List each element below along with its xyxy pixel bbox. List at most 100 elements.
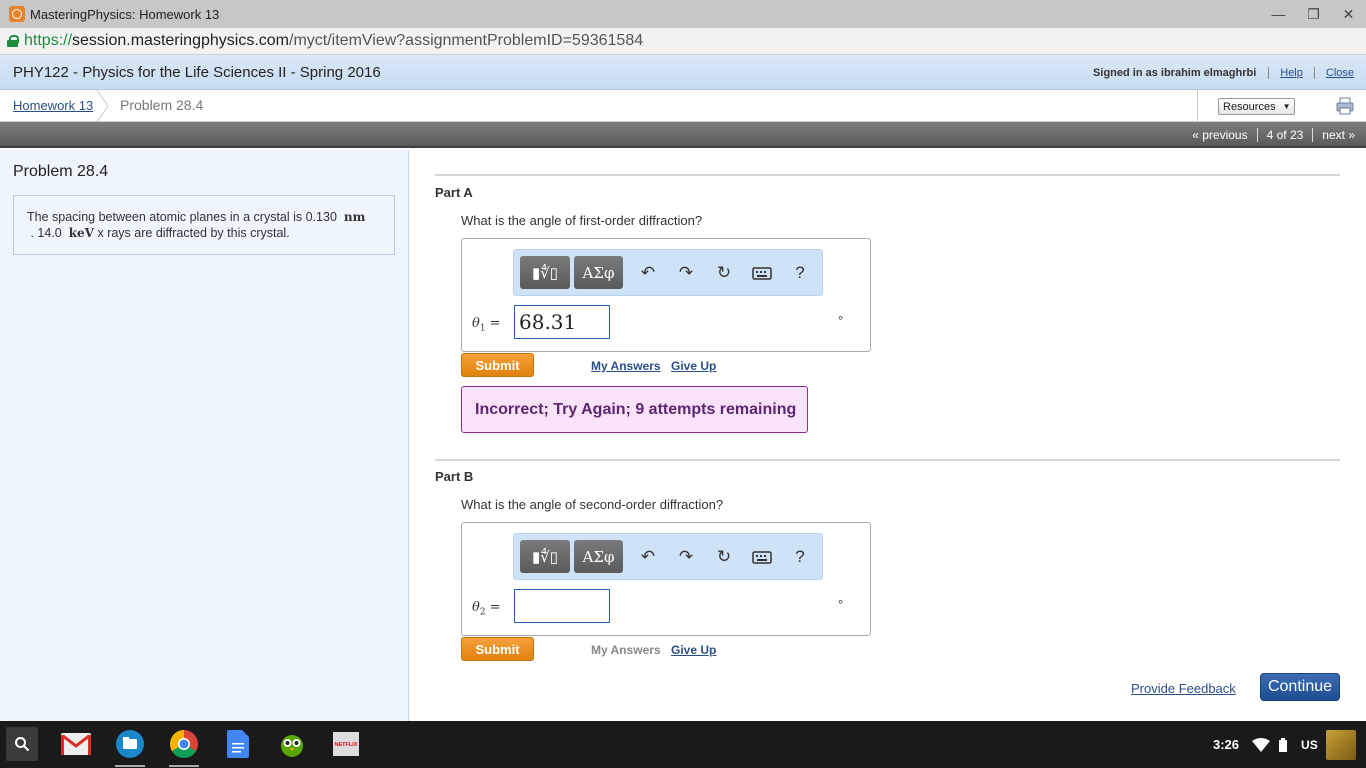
netflix-logo-text: NETFLIX (335, 742, 358, 748)
problem-navigation-bar: « previous 4 of 23 next » (0, 122, 1366, 148)
print-icon[interactable] (1336, 97, 1354, 115)
battery-icon (1279, 737, 1288, 752)
keyboard-icon[interactable] (752, 262, 772, 284)
part-a-subscript: 1 (479, 323, 486, 334)
problem-pane: Problem 28.4 The spacing between atomic … (0, 150, 409, 721)
minimize-button[interactable]: — (1261, 0, 1296, 28)
reset-icon[interactable]: ↻ (714, 546, 734, 568)
chevron-down-icon: ▼ (1282, 102, 1291, 111)
netflix-icon[interactable]: NETFLIX (331, 729, 361, 759)
part-a-divider (435, 174, 1340, 176)
part-b-answer-input[interactable] (514, 589, 610, 623)
window-controls: — ❐ ✕ (1261, 0, 1366, 28)
templates-button[interactable]: ▮∜▯ (520, 256, 570, 289)
problem-position: 4 of 23 (1256, 128, 1314, 142)
parts-pane: Part A What is the angle of first-order … (409, 150, 1366, 721)
address-bar[interactable]: https://session.masteringphysics.com/myc… (0, 28, 1366, 55)
part-b-title: Part B (435, 469, 474, 484)
breadcrumb-separator-icon (96, 90, 109, 122)
problem-text-2: . 14.0 (30, 226, 62, 240)
part-a-math-toolbar: ▮∜▯ ΑΣφ ↶ ↷ ↻ ? (513, 249, 823, 296)
redo-icon[interactable]: ↷ (676, 262, 696, 284)
signed-in-label: Signed in as ibrahim elmaghrbi (1093, 66, 1270, 79)
keyboard-icon[interactable] (752, 546, 772, 568)
part-a-submit-button[interactable]: Submit (461, 353, 534, 377)
part-b-var: θ (472, 600, 480, 615)
header-user-links: Signed in as ibrahim elmaghrbi Help Clos… (1093, 55, 1354, 90)
part-b-unit: ° (838, 597, 844, 612)
browser-titlebar: MasteringPhysics: Homework 13 — ❐ ✕ (0, 0, 1366, 28)
undo-icon[interactable]: ↶ (638, 262, 658, 284)
part-a-question: What is the angle of first-order diffrac… (461, 213, 703, 228)
gmail-icon[interactable] (61, 729, 91, 759)
redo-icon[interactable]: ↷ (676, 546, 696, 568)
system-tray[interactable]: 3:26 US (1205, 721, 1366, 768)
part-b-my-answers-link: My Answers (591, 643, 661, 657)
continue-button[interactable]: Continue (1260, 673, 1340, 701)
part-a-equals: = (489, 316, 501, 331)
breadcrumb-homework-link[interactable]: Homework 13 (13, 98, 93, 113)
url-text[interactable]: https://session.masteringphysics.com/myc… (24, 32, 643, 50)
url-scheme: https:// (24, 32, 73, 49)
files-icon[interactable] (115, 729, 145, 759)
chrome-running-indicator (169, 765, 199, 767)
wifi-icon (1252, 737, 1271, 752)
resources-container: Resources ▼ (1197, 90, 1317, 122)
resources-label: Resources (1223, 100, 1276, 113)
launcher-search-icon[interactable] (6, 727, 38, 761)
part-b-answer-box: ▮∜▯ ΑΣφ ↶ ↷ ↻ ? θ2 = ° (461, 522, 871, 636)
symbols-button[interactable]: ΑΣφ (574, 540, 623, 573)
url-host: session.masteringphysics.com (72, 32, 289, 49)
unit-nm: nm (343, 210, 366, 224)
close-window-button[interactable]: ✕ (1331, 0, 1366, 28)
window-title: MasteringPhysics: Homework 13 (30, 6, 220, 22)
part-a-give-up-link[interactable]: Give Up (671, 359, 716, 373)
part-b-divider (435, 459, 1340, 461)
part-a-feedback: Incorrect; Try Again; 9 attempts remaini… (461, 386, 808, 433)
part-a-title: Part A (435, 185, 473, 200)
user-avatar[interactable] (1325, 729, 1356, 760)
part-a-variable-label: θ1 = (472, 316, 500, 334)
next-link[interactable]: next » (1313, 128, 1355, 142)
undo-icon[interactable]: ↶ (638, 546, 658, 568)
problem-text-1: The spacing between atomic planes in a c… (27, 210, 337, 224)
problem-statement: The spacing between atomic planes in a c… (13, 195, 395, 255)
reset-icon[interactable]: ↻ (714, 262, 734, 284)
part-a-answer-box: ▮∜▯ ΑΣφ ↶ ↷ ↻ ? θ1 = 68.31 ° (461, 238, 871, 352)
files-running-indicator (115, 765, 145, 767)
part-a-var: θ (472, 316, 480, 331)
part-b-question: What is the angle of second-order diffra… (461, 497, 724, 512)
previous-link[interactable]: « previous (1183, 128, 1256, 142)
restore-button[interactable]: ❐ (1296, 0, 1331, 28)
help-link[interactable]: Help (1269, 67, 1314, 79)
part-b-give-up-link[interactable]: Give Up (671, 643, 716, 657)
os-taskbar: NETFLIX 3:26 US (0, 721, 1366, 768)
docs-icon[interactable] (223, 729, 253, 759)
help-icon[interactable]: ? (790, 546, 810, 568)
close-link[interactable]: Close (1313, 66, 1354, 79)
secure-lock-icon (7, 35, 19, 47)
course-title: PHY122 - Physics for the Life Sciences I… (13, 63, 381, 81)
duolingo-icon[interactable] (277, 729, 307, 759)
breadcrumb-current: Problem 28.4 (120, 97, 204, 113)
breadcrumb: Homework 13 Problem 28.4 Resources ▼ (0, 90, 1366, 122)
part-b-subscript: 2 (479, 607, 486, 618)
resources-dropdown[interactable]: Resources ▼ (1218, 98, 1295, 115)
provide-feedback-link[interactable]: Provide Feedback (1131, 681, 1236, 696)
part-b-variable-label: θ2 = (472, 600, 500, 618)
part-b-math-toolbar: ▮∜▯ ΑΣφ ↶ ↷ ↻ ? (513, 533, 823, 580)
unit-kev: keV (68, 226, 94, 240)
url-path: /myct/itemView?assignmentProblemID=59361… (289, 32, 644, 49)
clock: 3:26 (1213, 737, 1240, 752)
pagination: « previous 4 of 23 next » (1183, 122, 1355, 148)
part-a-answer-input[interactable]: 68.31 (514, 305, 610, 339)
templates-button[interactable]: ▮∜▯ (520, 540, 570, 573)
symbols-button[interactable]: ΑΣφ (574, 256, 623, 289)
help-icon[interactable]: ? (790, 262, 810, 284)
part-a-my-answers-link[interactable]: My Answers (591, 359, 661, 373)
part-b-submit-button[interactable]: Submit (461, 637, 534, 661)
chrome-icon[interactable] (169, 729, 199, 759)
problem-text-3: x rays are diffracted by this crystal. (97, 226, 290, 240)
problem-title: Problem 28.4 (13, 163, 109, 180)
course-header: PHY122 - Physics for the Life Sciences I… (0, 55, 1366, 90)
